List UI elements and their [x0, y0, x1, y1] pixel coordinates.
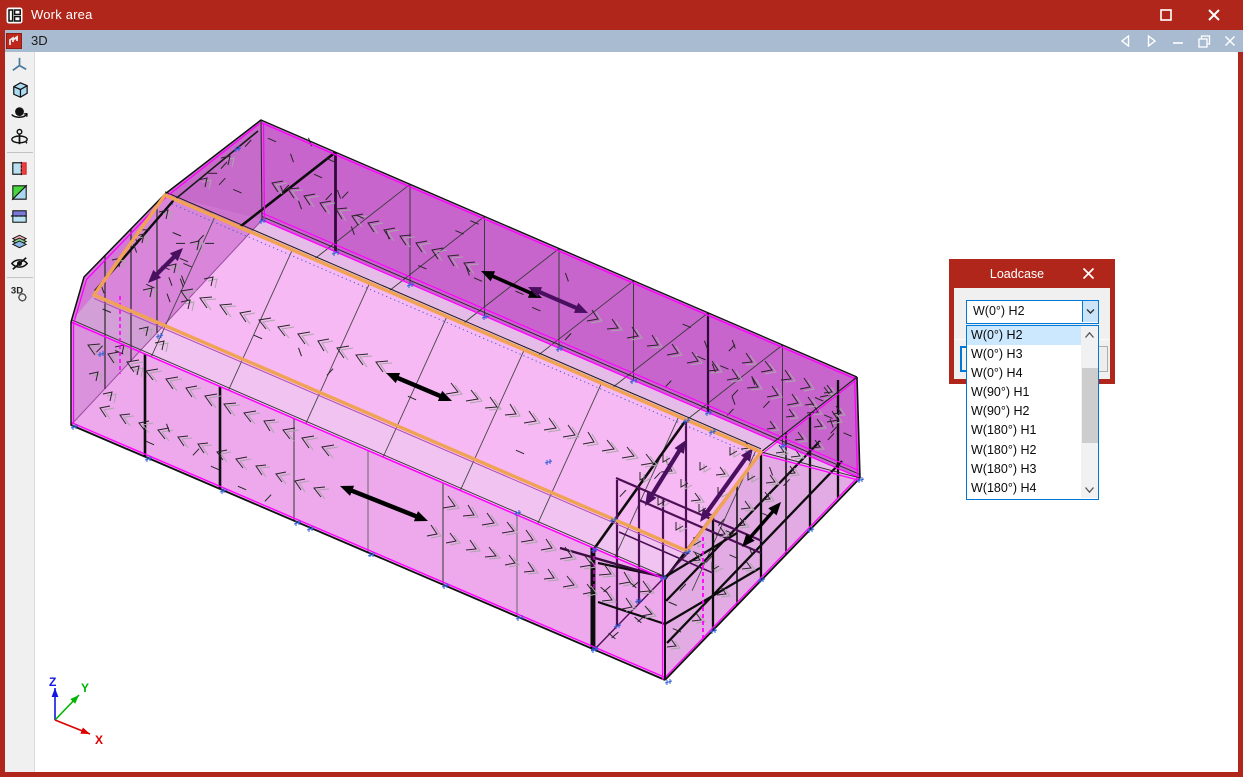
tab-label: 3D — [31, 33, 48, 48]
window-border-right — [1238, 30, 1243, 777]
section-view-button[interactable] — [9, 158, 31, 180]
window-border-left — [0, 30, 5, 777]
toolbar-separator — [7, 277, 33, 278]
loadcase-option[interactable]: W(90°) H1 — [967, 383, 1081, 402]
loadcase-combobox[interactable]: W(0°) H2 — [966, 300, 1099, 324]
window-border-bottom — [0, 772, 1243, 777]
hide-object-button[interactable] — [9, 253, 31, 275]
application-window: { "window": { "title": "Work area" }, "t… — [0, 0, 1243, 777]
document-tabbar: 3D — [5, 30, 1243, 52]
toolbar-separator — [7, 152, 33, 153]
svg-text:3D: 3D — [11, 286, 23, 297]
orbit-view-icon — [11, 107, 28, 118]
app-window-icon — [6, 7, 23, 24]
chevron-down-icon — [1086, 309, 1095, 314]
loadcase-option[interactable]: W(0°) H4 — [967, 364, 1081, 383]
combobox-dropdown-button[interactable] — [1082, 301, 1098, 322]
shading-toggle-button[interactable] — [9, 182, 31, 204]
close-icon — [1208, 9, 1220, 21]
loadcase-close-button[interactable] — [1082, 267, 1098, 282]
tab-minimize-button[interactable] — [1165, 30, 1191, 52]
clip-plane-icon — [10, 210, 29, 223]
axis-triad: Z Y X — [49, 675, 103, 747]
axes-tripod-icon — [12, 57, 27, 71]
scrollbar-up-button[interactable] — [1081, 326, 1098, 343]
layers-button[interactable] — [9, 230, 31, 252]
tab-restore-button[interactable] — [1191, 30, 1217, 52]
shading-toggle-icon — [11, 184, 28, 201]
tab-document-icon — [6, 33, 22, 49]
close-icon — [1082, 267, 1095, 280]
loadcase-dropdown-list: W(0°) H2 W(0°) H3 W(0°) H4 W(90°) H1 W(9… — [966, 325, 1099, 500]
rotate-view-icon — [11, 128, 28, 145]
window-titlebar: Work area — [0, 0, 1243, 30]
rotate-view-button[interactable] — [9, 127, 31, 149]
loadcase-option[interactable]: W(180°) H3 — [967, 460, 1081, 479]
iso-cube-icon — [13, 82, 28, 98]
axis-label-y: Y — [81, 681, 89, 695]
loadcase-option[interactable]: W(0°) H3 — [967, 345, 1081, 364]
hide-object-icon — [10, 257, 29, 270]
axes-tripod-button[interactable] — [9, 55, 31, 77]
loadcase-option[interactable]: W(0°) H2 — [967, 326, 1081, 346]
3d-settings-icon: 3D — [11, 286, 27, 302]
window-title: Work area — [31, 7, 93, 22]
maximize-button[interactable] — [1149, 0, 1183, 30]
tab-back-button[interactable] — [1112, 30, 1138, 52]
chevron-down-icon — [1085, 486, 1094, 493]
axis-label-x: X — [95, 733, 103, 747]
3d-settings-button[interactable]: 3D — [9, 283, 31, 305]
view-toolbar: 3D — [5, 52, 35, 772]
maximize-icon — [1160, 9, 1172, 21]
tab-close-button[interactable] — [1217, 30, 1243, 52]
close-button[interactable] — [1197, 0, 1231, 30]
layers-icon — [11, 234, 28, 249]
loadcase-option[interactable]: W(180°) H1 — [967, 421, 1081, 440]
loadcase-option[interactable]: W(90°) H2 — [967, 402, 1081, 421]
scrollbar-down-button[interactable] — [1081, 481, 1098, 498]
section-view-icon — [12, 161, 27, 176]
loadcase-combobox-value: W(0°) H2 — [973, 304, 1025, 318]
loadcase-option[interactable]: W(180°) H4 — [967, 479, 1081, 498]
tab-forward-button[interactable] — [1139, 30, 1165, 52]
chevron-up-icon — [1085, 331, 1094, 338]
iso-cube-button[interactable] — [9, 79, 31, 101]
clip-plane-button[interactable] — [9, 206, 31, 228]
dropdown-scrollbar[interactable] — [1081, 326, 1098, 498]
loadcase-option[interactable]: W(180°) H2 — [967, 441, 1081, 460]
scrollbar-thumb[interactable] — [1081, 368, 1098, 443]
orbit-view-button[interactable] — [9, 103, 31, 125]
axis-label-z: Z — [49, 675, 56, 689]
